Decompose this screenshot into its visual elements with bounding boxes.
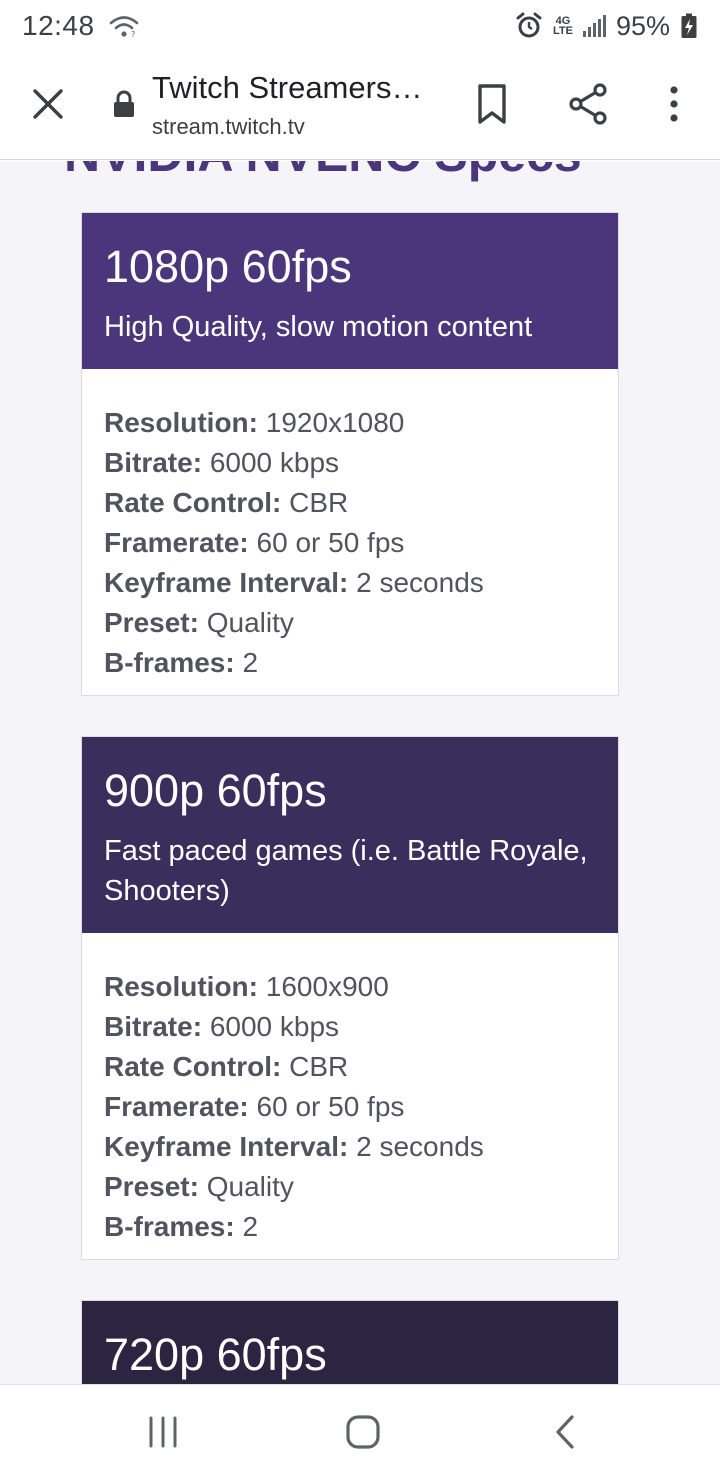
browser-toolbar: Twitch Streamers… stream.twitch.tv xyxy=(0,52,720,160)
spec-b-frames: B-frames: 2 xyxy=(104,647,259,678)
spec-label: Resolution xyxy=(104,971,249,1002)
spec-value: CBR xyxy=(289,487,349,518)
card-title: 1080p 60fps xyxy=(104,241,352,292)
network-type-icon: 4G LTE xyxy=(552,15,573,37)
spec-bitrate: Bitrate: 6000 kbps xyxy=(104,447,340,478)
spec-keyframe-interval: Keyframe Interval: 2 seconds xyxy=(104,1131,484,1162)
spec-preset: Preset: Quality xyxy=(104,1171,294,1202)
page-url[interactable]: stream.twitch.tv xyxy=(152,114,305,140)
spec-value: 1920x1080 xyxy=(265,407,405,438)
lock-icon xyxy=(114,90,134,117)
back-icon[interactable] xyxy=(550,1413,580,1451)
spec-value: 60 or 50 fps xyxy=(256,1091,405,1122)
spec-label: Preset xyxy=(104,607,190,638)
page-content[interactable]: NVIDIA NVENC Specs 1080p 60fps High Qual… xyxy=(0,161,720,1384)
bookmark-icon[interactable] xyxy=(472,82,512,126)
spec-value: 1600x900 xyxy=(265,971,389,1002)
status-bar: 12:48 ? 4G LTE 95% xyxy=(0,0,720,52)
page-title: Twitch Streamers… xyxy=(152,70,423,105)
spec-label: Keyframe Interval xyxy=(104,567,340,598)
battery-charging-icon xyxy=(681,13,697,38)
status-time: 12:48 xyxy=(22,10,95,41)
card-specs: Resolution: 1920x1080 Bitrate: 6000 kbps… xyxy=(82,369,618,695)
recent-apps-icon[interactable] xyxy=(146,1415,180,1449)
spec-label: Framerate xyxy=(104,527,240,558)
spec-value: 2 xyxy=(242,1211,259,1242)
card-header: 1080p 60fps High Quality, slow motion co… xyxy=(82,213,618,369)
spec-value: Quality xyxy=(206,1171,294,1202)
spec-label: Bitrate xyxy=(104,1011,193,1042)
spec-rate-control: Rate Control: CBR xyxy=(104,487,349,518)
spec-label: Rate Control xyxy=(104,487,272,518)
spec-keyframe-interval: Keyframe Interval: 2 seconds xyxy=(104,567,484,598)
spec-value: 6000 kbps xyxy=(209,447,340,478)
system-nav-bar xyxy=(0,1384,720,1480)
spec-label: Resolution xyxy=(104,407,249,438)
card-header: 720p 60fps xyxy=(82,1301,618,1384)
spec-value: 2 seconds xyxy=(356,567,484,598)
spec-value: 2 xyxy=(242,647,259,678)
spec-card-720p: 720p 60fps xyxy=(81,1300,619,1384)
svg-text:?: ? xyxy=(131,30,135,38)
spec-resolution: Resolution: 1600x900 xyxy=(104,971,389,1002)
share-icon[interactable] xyxy=(566,82,610,126)
spec-value: 6000 kbps xyxy=(209,1011,340,1042)
spec-value: CBR xyxy=(289,1051,349,1082)
spec-label: Framerate xyxy=(104,1091,240,1122)
spec-b-frames: B-frames: 2 xyxy=(104,1211,259,1242)
spec-framerate: Framerate: 60 or 50 fps xyxy=(104,527,405,558)
spec-label: Bitrate xyxy=(104,447,193,478)
spec-card-900p: 900p 60fps Fast paced games (i.e. Battle… xyxy=(81,736,619,1260)
section-heading: NVIDIA NVENC Specs xyxy=(64,161,582,183)
card-specs: Resolution: 1600x900 Bitrate: 6000 kbps … xyxy=(82,933,618,1259)
spec-value: Quality xyxy=(206,607,294,638)
spec-label: B-frames xyxy=(104,647,226,678)
close-icon[interactable] xyxy=(26,82,70,126)
spec-card-1080p: 1080p 60fps High Quality, slow motion co… xyxy=(81,212,619,696)
signal-icon xyxy=(582,15,606,37)
spec-label: B-frames xyxy=(104,1211,226,1242)
spec-bitrate: Bitrate: 6000 kbps xyxy=(104,1011,340,1042)
card-subtitle: Fast paced games (i.e. Battle Royale, Sh… xyxy=(104,835,588,907)
spec-label: Preset xyxy=(104,1171,190,1202)
spec-label: Keyframe Interval xyxy=(104,1131,340,1162)
card-title: 720p 60fps xyxy=(104,1329,327,1380)
card-header: 900p 60fps Fast paced games (i.e. Battle… xyxy=(82,737,618,933)
card-subtitle: High Quality, slow motion content xyxy=(104,311,533,343)
alarm-icon xyxy=(516,12,542,38)
card-title: 900p 60fps xyxy=(104,765,327,816)
spec-value: 60 or 50 fps xyxy=(256,527,405,558)
home-icon[interactable] xyxy=(344,1413,382,1451)
spec-label: Rate Control xyxy=(104,1051,272,1082)
spec-preset: Preset: Quality xyxy=(104,607,294,638)
spec-value: 2 seconds xyxy=(356,1131,484,1162)
spec-resolution: Resolution: 1920x1080 xyxy=(104,407,405,438)
spec-framerate: Framerate: 60 or 50 fps xyxy=(104,1091,405,1122)
spec-rate-control: Rate Control: CBR xyxy=(104,1051,349,1082)
battery-percent: 95% xyxy=(615,10,670,41)
wifi-icon: ? xyxy=(109,16,138,38)
more-options-icon[interactable] xyxy=(660,84,688,124)
